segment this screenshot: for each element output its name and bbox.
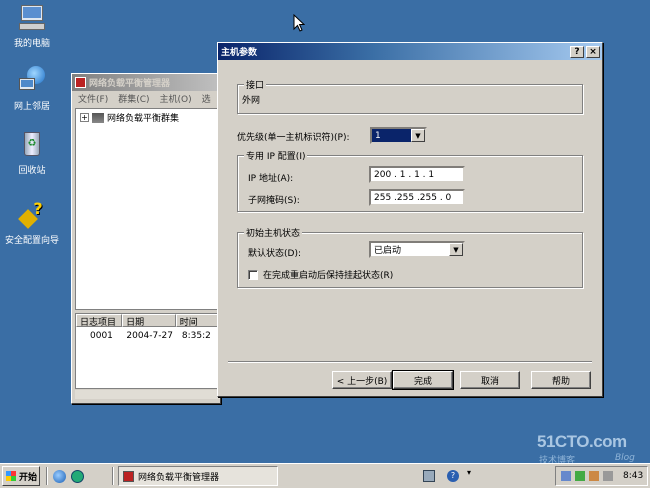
mouse-pointer-icon — [293, 14, 305, 32]
button-separator — [228, 361, 592, 363]
subnet-mask-label: 子网掩码(S): — [248, 196, 300, 206]
back-button[interactable]: < 上一步(B) — [332, 371, 392, 389]
chevron-down-icon[interactable]: ▼ — [411, 129, 425, 142]
default-state-label: 默认状态(D): — [248, 249, 301, 259]
priority-value: 1 — [372, 129, 411, 142]
desktop-icon-label: 我的电脑 — [13, 39, 50, 49]
cluster-tree[interactable]: + 网络负载平衡群集 — [75, 108, 220, 310]
nlb-manager-titlebar[interactable]: 网络负载平衡管理器 — [72, 74, 220, 91]
network-places-icon — [17, 66, 47, 96]
menu-options[interactable]: 选 — [202, 92, 211, 105]
log-col-time[interactable]: 时间 — [175, 314, 219, 328]
tray-icon-4[interactable] — [603, 471, 613, 481]
desktop-icon-label: 回收站 — [18, 166, 46, 176]
log-cell-time: 8:35:2 — [181, 331, 211, 341]
tree-node-root[interactable]: + 网络负载平衡群集 — [80, 111, 179, 124]
quicklaunch-separator-2 — [112, 467, 114, 485]
cancel-button[interactable]: 取消 — [460, 371, 520, 389]
recycle-bin-icon: ♻ — [17, 130, 47, 160]
desktop-icon-label: 网上邻居 — [13, 102, 50, 112]
keep-suspended-label: 在完成重启动后保持挂起状态(R) — [263, 271, 394, 281]
help-action-button[interactable]: 帮助 — [531, 371, 591, 389]
default-state-value: 已启动 — [374, 246, 402, 256]
ip-address-input[interactable]: 200 . 1 . 1 . 1 — [369, 166, 465, 183]
nlb-task-icon — [123, 470, 134, 482]
menu-file[interactable]: 文件(F) — [78, 92, 108, 105]
task-label: 网络负载平衡管理器 — [138, 472, 220, 483]
ie-icon[interactable] — [53, 470, 66, 483]
log-cell-date: 2004-7-27 — [126, 331, 173, 341]
host-params-dialog[interactable]: 主机参数 ? × 接口 外网 优先级(单一主机标识符)(P): 1 ▼ 专用 I… — [217, 42, 603, 397]
default-state-select[interactable]: 已启动 ▼ — [369, 241, 465, 258]
outlook-icon[interactable] — [71, 470, 84, 483]
security-wizard-icon: ? — [17, 200, 47, 230]
priority-label: 优先级(单一主机标识符)(P): — [237, 133, 350, 143]
dialog-title: 主机参数 — [221, 48, 258, 58]
watermark-site: 51CTO.com — [537, 432, 627, 451]
finish-button[interactable]: 完成 — [392, 370, 454, 390]
taskbar-task-nlb-manager[interactable]: 网络负载平衡管理器 — [118, 466, 278, 486]
quicklaunch-separator — [46, 467, 48, 485]
nlb-manager-window[interactable]: 网络负载平衡管理器 文件(F) 群集(C) 主机(O) 选 + 网络负载平衡群集… — [71, 73, 221, 404]
initial-state-group-label: 初始主机状态 — [244, 226, 303, 239]
keep-suspended-row[interactable]: 在完成重启动后保持挂起状态(R) — [248, 268, 393, 281]
desktop-icon-my-computer[interactable]: 我的电脑 — [0, 3, 67, 49]
network-tray-icon[interactable] — [423, 470, 435, 482]
menu-host[interactable]: 主机(O) — [160, 92, 192, 105]
dialog-titlebar[interactable]: 主机参数 ? × — [218, 43, 602, 60]
start-button[interactable]: 开始 — [2, 466, 40, 486]
nlb-app-icon — [75, 77, 86, 88]
tray-icon-2[interactable] — [575, 471, 585, 481]
tray-icon-3[interactable] — [589, 471, 599, 481]
priority-select[interactable]: 1 ▼ — [370, 127, 427, 144]
watermark: 51CTO.com 技术博客 Blog — [535, 432, 645, 466]
tree-expand-icon[interactable]: + — [80, 113, 89, 122]
nlb-menubar: 文件(F) 群集(C) 主机(O) 选 — [72, 91, 220, 105]
tray-icon-1[interactable] — [561, 471, 571, 481]
chevron-down-icon[interactable]: ▼ — [449, 243, 463, 256]
log-col-item[interactable]: 日志项目 — [76, 314, 123, 328]
start-label: 开始 — [19, 472, 38, 483]
log-cell-item: 0001 — [90, 331, 113, 341]
interface-group: 接口 外网 — [237, 78, 583, 114]
chevron-down-icon[interactable]: ▾ — [467, 468, 471, 477]
windows-logo-icon — [6, 471, 16, 481]
log-row[interactable]: 0001 2004-7-27 8:35:2 — [76, 329, 219, 343]
dedicated-ip-group-label: 专用 IP 配置(I) — [244, 149, 308, 162]
my-computer-icon — [17, 3, 47, 33]
ip-address-label: IP 地址(A): — [248, 174, 294, 184]
desktop-icon-label: 安全配置向导 — [4, 236, 59, 246]
desktop-icon-network-places[interactable]: 网上邻居 — [0, 66, 67, 112]
interface-value: 外网 — [242, 96, 261, 106]
taskbar: 开始 网络负载平衡管理器 ? ▾ 8:43 — [0, 463, 650, 488]
log-header-row: 日志项目 日期 时间 — [76, 314, 219, 328]
watermark-blog: Blog — [615, 453, 635, 463]
help-tray-icon[interactable]: ? — [447, 470, 459, 482]
close-button[interactable]: × — [586, 45, 600, 58]
subnet-mask-input[interactable]: 255 .255 .255 . 0 — [369, 189, 465, 206]
desktop-icon-security-wizard[interactable]: ? 安全配置向导 — [0, 200, 67, 247]
help-button[interactable]: ? — [570, 45, 584, 58]
clock[interactable]: 8:43 — [623, 471, 643, 481]
interface-group-label: 接口 — [244, 78, 267, 91]
cluster-icon — [92, 112, 104, 123]
nlb-manager-title: 网络负载平衡管理器 — [89, 79, 171, 89]
system-tray: 8:43 — [555, 466, 648, 486]
keep-suspended-checkbox[interactable] — [248, 269, 258, 280]
log-col-date[interactable]: 日期 — [122, 314, 176, 328]
desktop-icon-recycle-bin[interactable]: ♻ 回收站 — [0, 130, 67, 176]
log-pane[interactable]: 日志项目 日期 时间 0001 2004-7-27 8:35:2 — [75, 313, 220, 389]
menu-cluster[interactable]: 群集(C) — [118, 92, 149, 105]
tree-node-label: 网络负载平衡群集 — [107, 114, 180, 124]
log-hscrollbar[interactable] — [75, 389, 220, 399]
